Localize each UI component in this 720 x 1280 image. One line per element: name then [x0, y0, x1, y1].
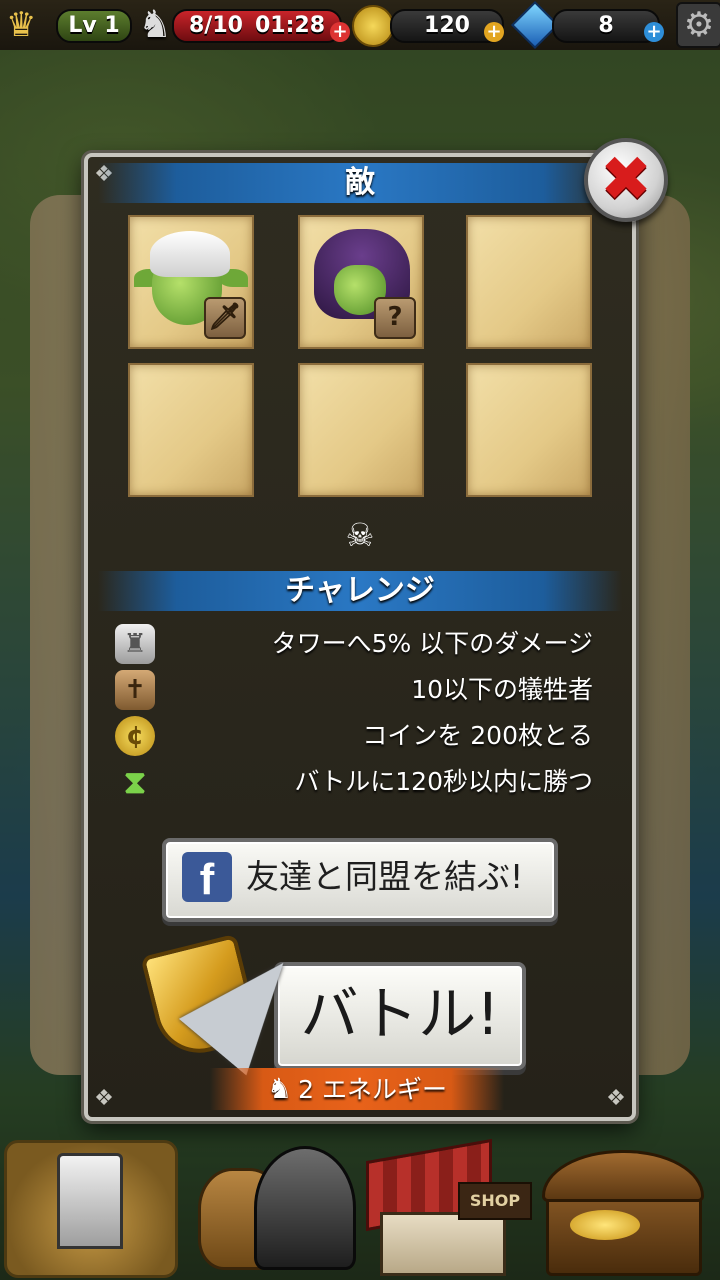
coin-icon: ¢	[115, 716, 155, 756]
coin-icon	[352, 5, 394, 47]
level-badge: Lv 1	[56, 9, 132, 43]
challenge-text: コインを 200枚とる	[362, 721, 593, 750]
challenge-row: ¢ コインを 200枚とる	[115, 716, 593, 756]
shop-wall-icon	[380, 1212, 506, 1276]
hourglass-icon: ⧗	[123, 763, 147, 801]
settings-gear-icon[interactable]: ⚙	[676, 2, 720, 48]
question-icon: ?	[374, 297, 416, 339]
add-coins-button[interactable]: +	[484, 22, 504, 42]
challenge-text: バトルに120秒以内に勝つ	[294, 767, 593, 796]
chest-lid-icon	[542, 1150, 704, 1202]
battle-button-label: バトル!	[300, 980, 500, 1048]
battle-button[interactable]: バトル!	[274, 962, 526, 1070]
enemies-header: 敵	[98, 163, 622, 203]
enemy-slot-empty	[466, 363, 592, 497]
challenge-row: ✝ 10以下の犠牲者	[115, 670, 593, 710]
grave-icon: ✝	[115, 670, 155, 710]
challenge-text: タワーへ5% 以下のダメージ	[271, 629, 593, 658]
skull-icon: ☠	[345, 516, 375, 554]
energy-cost-text: 2 エネルギー	[298, 1075, 447, 1104]
treasure-nav-button[interactable]	[540, 1140, 708, 1276]
close-button[interactable]: ✖	[584, 138, 668, 222]
gem-count: 8	[552, 9, 660, 43]
add-gems-button[interactable]: +	[644, 22, 664, 42]
crown-icon: ♛	[6, 5, 37, 45]
sword-icon: 🗡	[204, 297, 246, 339]
energy-count: 8/10	[189, 13, 243, 38]
corner-ornament-icon: ❖	[94, 1086, 114, 1111]
energy-bar: 8/10 01:28	[172, 9, 342, 43]
facebook-button-label: 友達と同盟を結ぶ!	[246, 857, 524, 896]
shop-sign: SHOP	[458, 1182, 532, 1220]
challenges-header: チャレンジ	[98, 571, 622, 611]
shop-nav-button[interactable]: SHOP	[362, 1138, 532, 1276]
corner-ornament-icon: ❖	[606, 1086, 626, 1111]
castle-tower-icon	[57, 1153, 123, 1249]
challenge-row: ♜ タワーへ5% 以下のダメージ	[115, 624, 593, 664]
enemy-slot-empty	[466, 215, 592, 349]
enemy-slot-empty	[128, 363, 254, 497]
castle-nav-button[interactable]	[4, 1140, 178, 1278]
knight-icon: ♞	[138, 2, 173, 46]
white-hood	[150, 231, 230, 277]
enemy-slot[interactable]: ?	[298, 215, 424, 349]
gold-coins-icon	[570, 1210, 640, 1240]
enemy-slot[interactable]: 🗡	[128, 215, 254, 349]
add-energy-button[interactable]: +	[330, 22, 350, 42]
facebook-ally-button[interactable]: f 友達と同盟を結ぶ!	[162, 838, 558, 922]
tower-icon: ♜	[115, 624, 155, 664]
energy-cost-label: ♞ 2 エネルギー	[210, 1068, 504, 1110]
challenge-row: ⧗ バトルに120秒以内に勝つ	[115, 762, 593, 802]
facebook-icon: f	[182, 852, 232, 904]
heroes-nav-button[interactable]	[190, 1140, 358, 1272]
helmet-icon	[254, 1146, 356, 1270]
top-status-bar: ♛ Lv 1 ♞ 8/10 01:28 + 120 + 8 + ⚙	[0, 0, 720, 50]
knight-icon: ♞	[267, 1072, 293, 1105]
enemy-slot-empty	[298, 363, 424, 497]
energy-timer: 01:28	[254, 13, 325, 38]
challenge-text: 10以下の犠牲者	[411, 675, 593, 704]
